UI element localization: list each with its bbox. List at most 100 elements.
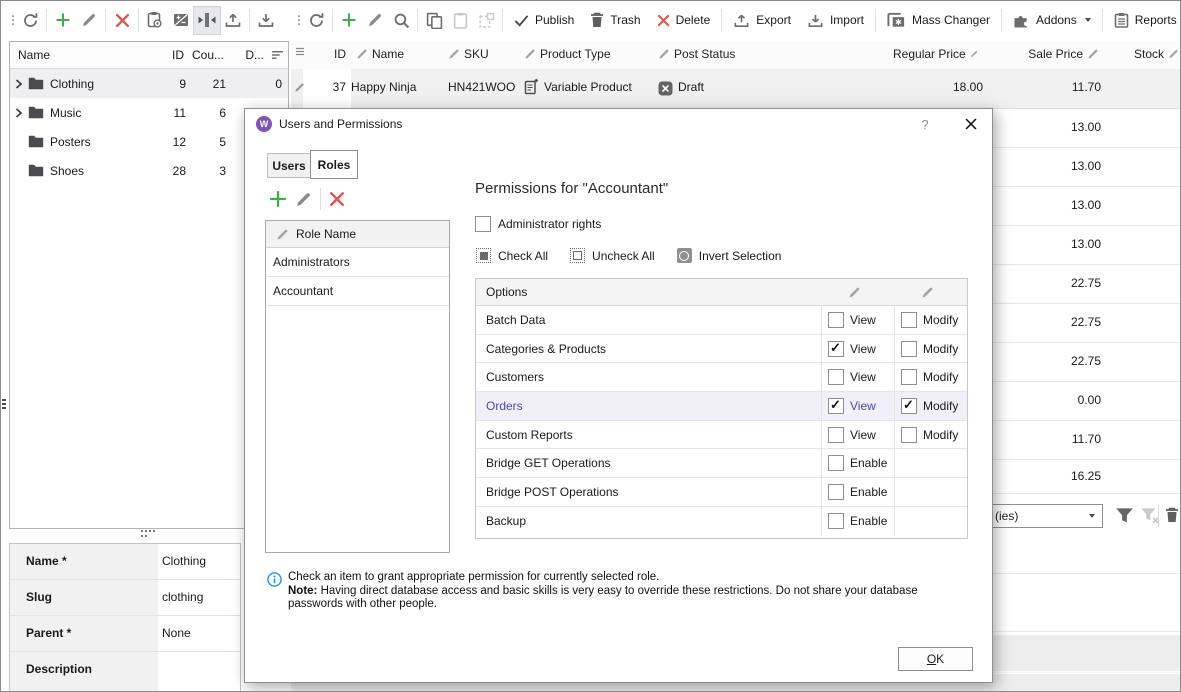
view-checkbox[interactable] [828, 341, 844, 357]
modify-checkbox[interactable] [901, 341, 917, 357]
product-row[interactable]: 37 Happy Ninja HN421WOO Variable Product… [291, 69, 1181, 109]
permission-row[interactable]: Custom Reports View Modify [476, 421, 967, 450]
delete-role-button[interactable] [329, 191, 345, 207]
column-sale-price[interactable]: Sale Price [1024, 47, 1099, 61]
check-all-button[interactable]: Check All [476, 248, 548, 263]
paste-button[interactable] [447, 7, 473, 34]
column-sku[interactable]: SKU [448, 47, 489, 61]
column-count[interactable]: Cou... [184, 48, 224, 62]
column-post-status[interactable]: Post Status [658, 47, 735, 61]
chevron-down-icon [1089, 514, 1095, 518]
sort-icon[interactable] [266, 50, 288, 60]
permission-row[interactable]: Batch Data View Modify [476, 306, 967, 335]
description-field-value[interactable] [158, 652, 240, 692]
column-name[interactable]: Name [356, 47, 404, 61]
parent-field-value[interactable]: None [158, 616, 240, 651]
apply-filter-button[interactable] [1115, 507, 1134, 524]
view-checkbox[interactable] [828, 398, 844, 414]
delete-category-button[interactable] [109, 7, 135, 34]
reports-button[interactable]: Reports [1106, 12, 1181, 28]
modify-checkbox[interactable] [901, 312, 917, 328]
add-category-button[interactable] [50, 7, 76, 34]
addons-button[interactable]: Addons [1005, 13, 1099, 28]
publish-button[interactable]: Publish [506, 13, 582, 27]
column-d[interactable]: D... [224, 48, 266, 62]
role-list-header[interactable]: Role Name [266, 221, 449, 248]
paste-special-button[interactable] [473, 7, 499, 34]
column-product-type[interactable]: Product Type [524, 47, 611, 61]
enable-checkbox[interactable] [828, 484, 844, 500]
split-view-button[interactable] [194, 7, 220, 34]
column-id[interactable]: ID [144, 48, 184, 62]
refresh-button[interactable] [17, 7, 43, 34]
view-checkbox[interactable] [828, 312, 844, 328]
tree-row-clothing[interactable]: Clothing 9 21 0 [10, 69, 288, 98]
copy-button[interactable] [421, 7, 447, 34]
horizontal-splitter-handle[interactable] [141, 530, 157, 537]
enable-checkbox[interactable] [828, 513, 844, 529]
row-menu-icon[interactable] [295, 47, 305, 56]
modify-checkbox[interactable] [901, 369, 917, 385]
export-categories-button[interactable] [220, 7, 246, 34]
add-role-button[interactable] [269, 190, 287, 208]
checkbox[interactable] [475, 216, 491, 232]
role-row[interactable]: Accountant [266, 277, 449, 306]
role-row[interactable]: Administrators [266, 248, 449, 277]
column-stock[interactable]: Stock [1134, 47, 1179, 61]
enable-checkbox[interactable] [828, 455, 844, 471]
column-id[interactable]: ID [311, 47, 346, 61]
panel-splitter-handle[interactable] [2, 399, 6, 411]
product-table-header: ID Name SKU Product Type Post Status Reg… [291, 41, 1181, 70]
modify-checkbox[interactable] [901, 398, 917, 414]
toolbar-grip-icon[interactable]: ⋮ [293, 13, 303, 27]
chevron-right-icon[interactable] [10, 79, 28, 89]
clear-filter-button[interactable] [1140, 507, 1159, 524]
permission-row[interactable]: Bridge GET Operations Enable [476, 449, 967, 478]
permission-row[interactable]: Categories & Products View Modify [476, 335, 967, 364]
close-button[interactable] [957, 113, 985, 135]
toolbar-grip-icon[interactable]: ⋮ [7, 13, 17, 27]
ok-button[interactable]: OK [898, 647, 973, 671]
modify-checkbox[interactable] [901, 427, 917, 443]
import-categories-button[interactable] [253, 7, 279, 34]
invert-selection-button[interactable]: Invert Selection [677, 248, 782, 263]
addons-label: Addons [1036, 13, 1077, 27]
column-regular-price[interactable]: Regular Price [893, 47, 978, 61]
slug-field-value[interactable]: clothing [158, 580, 240, 615]
export-button[interactable]: Export [725, 12, 799, 29]
permission-row[interactable]: Customers View Modify [476, 363, 967, 392]
tab-users[interactable]: Users [267, 153, 310, 178]
tab-roles[interactable]: Roles [310, 150, 358, 179]
administrator-rights-checkbox[interactable]: Administrator rights [475, 216, 601, 232]
permission-row[interactable]: Backup Enable [476, 507, 967, 536]
help-button[interactable]: ? [913, 113, 937, 135]
search-button[interactable] [388, 7, 414, 34]
name-field-value[interactable]: Clothing [158, 544, 240, 579]
import-button[interactable]: Import [799, 12, 872, 29]
edit-category-button[interactable] [76, 7, 102, 34]
filter-dropdown[interactable]: (ies) [986, 504, 1103, 528]
refresh-button[interactable] [303, 7, 329, 34]
role-name-column: Role Name [296, 227, 356, 241]
image-adjust-button[interactable] [168, 7, 194, 34]
mass-changer-button[interactable]: Mass Changer [879, 12, 998, 28]
edit-product-button[interactable] [362, 7, 388, 34]
chevron-right-icon[interactable] [10, 108, 28, 118]
view-checkbox[interactable] [828, 427, 844, 443]
draft-status-icon [658, 81, 673, 96]
row-edit-icon [294, 82, 305, 93]
column-name[interactable]: Name [10, 48, 144, 62]
dialog-titlebar[interactable]: W Users and Permissions [245, 109, 992, 139]
trash-button[interactable]: Trash [582, 12, 648, 28]
permission-row[interactable]: Orders View Modify [476, 392, 967, 421]
delete-button[interactable]: Delete [649, 13, 719, 27]
delete-filter-button[interactable] [1165, 507, 1179, 523]
pencil-icon [848, 286, 861, 299]
add-product-button[interactable] [336, 7, 362, 34]
permission-row[interactable]: Bridge POST Operations Enable [476, 478, 967, 507]
uncheck-all-button[interactable]: Uncheck All [570, 248, 655, 263]
edit-role-button[interactable] [295, 191, 312, 208]
preview-button[interactable] [142, 7, 168, 34]
view-checkbox[interactable] [828, 369, 844, 385]
options-column[interactable]: Options [486, 285, 527, 299]
